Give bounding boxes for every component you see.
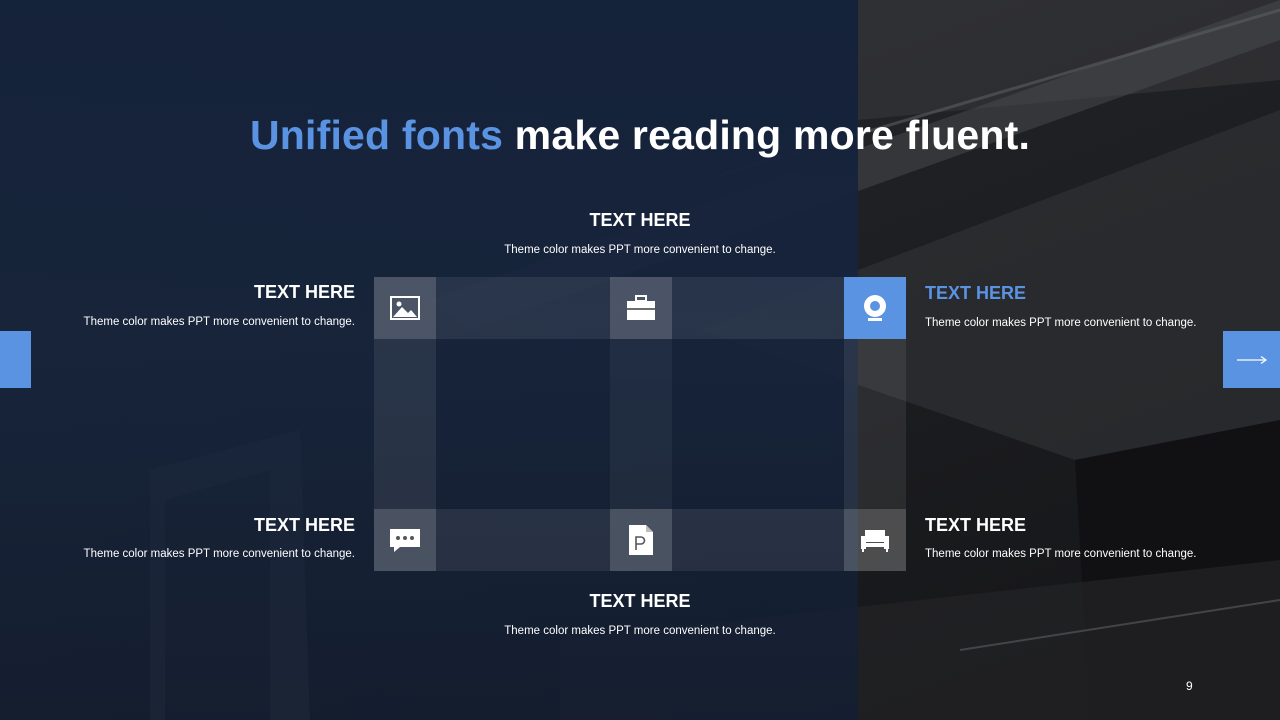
image-icon bbox=[390, 296, 420, 320]
document-p-icon bbox=[629, 525, 653, 555]
right-top-title: TEXT HERE bbox=[925, 283, 1027, 303]
briefcase-icon bbox=[627, 295, 655, 320]
grid-bar-middle bbox=[610, 339, 672, 509]
slide-title: Unified fonts make reading more fluent. bbox=[0, 112, 1280, 159]
cell-image bbox=[374, 277, 436, 339]
left-bottom-desc: Theme color makes PPT more convenient to… bbox=[83, 548, 355, 560]
webcam-icon bbox=[864, 295, 886, 321]
cell-briefcase bbox=[610, 277, 672, 339]
title-highlight: Unified fonts bbox=[249, 112, 504, 158]
next-slide-button[interactable] bbox=[1223, 331, 1280, 388]
right-top-desc: Theme color makes PPT more convenient to… bbox=[925, 317, 1197, 329]
right-bottom-desc: Theme color makes PPT more convenient to… bbox=[925, 548, 1197, 560]
arrow-right-icon bbox=[1236, 355, 1267, 364]
cell-chat bbox=[374, 509, 436, 571]
cell-sofa bbox=[844, 509, 906, 571]
grid-bar-left bbox=[374, 339, 436, 509]
right-bottom-title: TEXT HERE bbox=[925, 515, 1027, 535]
grid-bar-right bbox=[844, 339, 906, 509]
title-rest: make reading more fluent. bbox=[514, 112, 1031, 158]
bottom-block-title: TEXT HERE bbox=[589, 591, 691, 611]
left-top-title: TEXT HERE bbox=[253, 282, 355, 302]
left-top-desc: Theme color makes PPT more convenient to… bbox=[83, 316, 355, 328]
page-number: 9 bbox=[1186, 679, 1193, 693]
cell-document bbox=[610, 509, 672, 571]
sofa-icon bbox=[861, 530, 889, 552]
top-block-desc: Theme color makes PPT more convenient to… bbox=[504, 244, 776, 256]
top-block-title: TEXT HERE bbox=[589, 210, 691, 230]
prev-slide-tab[interactable] bbox=[0, 331, 31, 388]
cell-webcam bbox=[844, 277, 906, 339]
left-bottom-title: TEXT HERE bbox=[253, 515, 355, 535]
chat-bubble-icon bbox=[390, 529, 420, 552]
icon-grid bbox=[374, 277, 906, 571]
bottom-block-desc: Theme color makes PPT more convenient to… bbox=[504, 625, 776, 637]
